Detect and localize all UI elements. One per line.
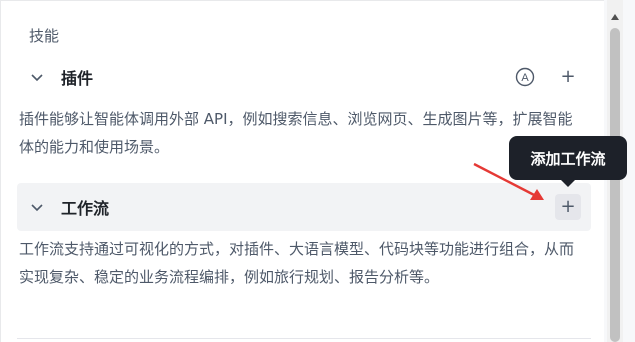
add-workflow-button[interactable]: +: [555, 194, 581, 220]
workflow-description: 工作流支持通过可视化的方式，对插件、大语言模型、代码块等功能进行组合，从而实现复…: [19, 240, 575, 286]
scroll-up-icon[interactable]: [610, 12, 620, 22]
plugin-group-header[interactable]: 插件 A +: [17, 54, 591, 100]
tooltip-pointer: [560, 179, 576, 187]
workflow-label: 工作流: [61, 199, 110, 218]
workflow-actions: +: [555, 183, 591, 231]
chevron-down-icon[interactable]: [29, 69, 45, 85]
add-plugin-button[interactable]: +: [555, 64, 581, 90]
plugin-description: 插件能够让智能体调用外部 API，例如搜索信息、浏览网页、生成图片等，扩展智能体…: [19, 110, 573, 156]
chevron-down-icon[interactable]: [29, 199, 45, 215]
plugin-label: 插件: [61, 69, 94, 88]
plugin-actions: A +: [515, 54, 591, 100]
add-workflow-tooltip: 添加工作流: [509, 136, 627, 180]
divider: [17, 338, 591, 339]
auto-call-icon[interactable]: A: [515, 67, 535, 87]
section-title: 技能: [29, 27, 60, 45]
skills-panel: 技能 插件 A + 插件能够让智能体调用外部 API，例如搜索信息、浏览网页、生…: [0, 0, 635, 342]
auto-call-glyph: A: [521, 72, 529, 84]
scrollbar-thumb[interactable]: [610, 28, 620, 342]
